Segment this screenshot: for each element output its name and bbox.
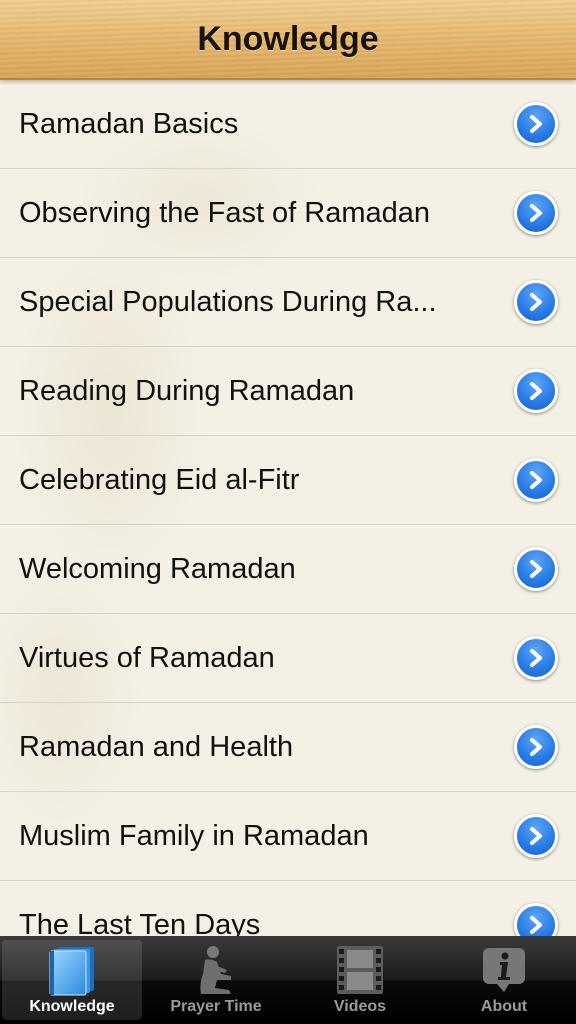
tab-knowledge[interactable]: Knowledge [2, 940, 142, 1020]
chevron-right-circle-icon[interactable] [514, 191, 558, 235]
chevron-right-circle-icon[interactable] [514, 725, 558, 769]
list-item[interactable]: Special Populations During Ra... [0, 258, 576, 347]
book-icon [42, 942, 102, 998]
list-item[interactable]: Reading During Ramadan [0, 347, 576, 436]
list-item[interactable]: Welcoming Ramadan [0, 525, 576, 614]
list-item[interactable]: Virtues of Ramadan [0, 614, 576, 703]
list-item-label: Muslim Family in Ramadan [19, 819, 369, 852]
list-item-label: Special Populations During Ra... [19, 285, 437, 318]
list-item[interactable]: Observing the Fast of Ramadan [0, 169, 576, 258]
list-item-label: The Last Ten Days [19, 908, 261, 937]
chevron-right-circle-icon[interactable] [514, 369, 558, 413]
tab-bar: Knowledge Prayer Time Videos About [0, 936, 576, 1024]
tab-videos[interactable]: Videos [290, 940, 430, 1020]
tab-label: About [480, 998, 528, 1015]
chevron-right-circle-icon[interactable] [514, 636, 558, 680]
praying-person-icon [186, 942, 246, 998]
list-item-label: Ramadan and Health [19, 730, 294, 763]
list-item-label: Reading During Ramadan [19, 374, 355, 407]
tab-about[interactable]: About [434, 940, 574, 1020]
knowledge-list[interactable]: Ramadan Basics Observing the Fast of Ram… [0, 80, 576, 936]
chevron-right-circle-icon[interactable] [514, 280, 558, 324]
list-item-label: Virtues of Ramadan [19, 641, 275, 674]
info-bubble-icon [474, 942, 534, 998]
film-strip-icon [330, 942, 390, 998]
list-item[interactable]: Ramadan Basics [0, 80, 576, 169]
list-item[interactable]: Celebrating Eid al-Fitr [0, 436, 576, 525]
tab-label: Videos [333, 998, 387, 1015]
chevron-right-circle-icon[interactable] [514, 903, 558, 936]
list-item[interactable]: The Last Ten Days [0, 881, 576, 936]
tab-label: Prayer Time [170, 998, 262, 1015]
list-item-label: Observing the Fast of Ramadan [19, 196, 431, 229]
list-item-label: Welcoming Ramadan [19, 552, 296, 585]
chevron-right-circle-icon[interactable] [514, 814, 558, 858]
list-item-label: Celebrating Eid al-Fitr [19, 463, 300, 496]
chevron-right-circle-icon[interactable] [514, 102, 558, 146]
page-title: Knowledge [197, 19, 379, 58]
list-item[interactable]: Ramadan and Health [0, 703, 576, 792]
chevron-right-circle-icon[interactable] [514, 547, 558, 591]
list-item-label: Ramadan Basics [19, 107, 239, 140]
chevron-right-circle-icon[interactable] [514, 458, 558, 502]
tab-label: Knowledge [29, 998, 115, 1015]
navigation-bar: Knowledge [0, 0, 576, 80]
tab-prayer-time[interactable]: Prayer Time [146, 940, 286, 1020]
list-item[interactable]: Muslim Family in Ramadan [0, 792, 576, 881]
